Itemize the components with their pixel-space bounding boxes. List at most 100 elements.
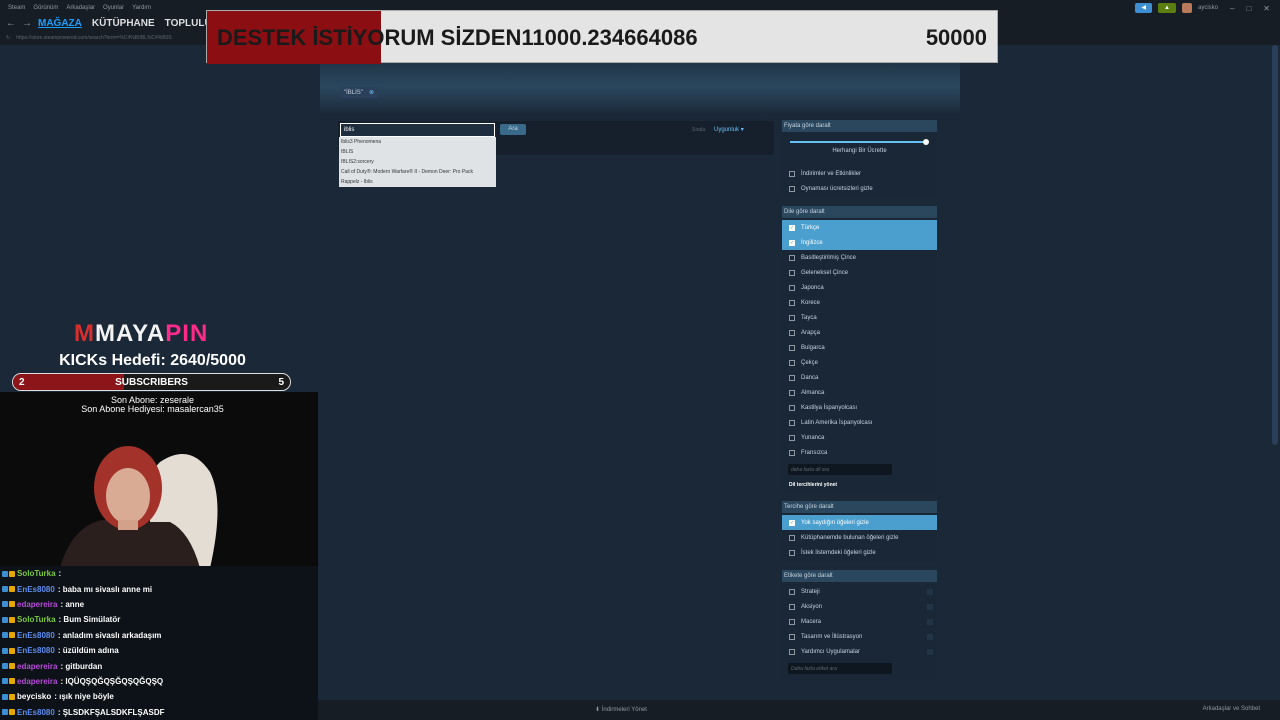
notification-icon[interactable]: ▲ [1158,3,1176,13]
suggestion-item[interactable]: Rappelz - Iblis [339,177,496,187]
url-text[interactable]: https://store.steampowered.com/search?te… [16,35,172,41]
tab-library[interactable]: KÜTÜPHANE [92,18,155,29]
checkbox-row[interactable]: Yunanca [782,430,937,445]
checkbox-row[interactable]: Almanca [782,385,937,400]
checkbox-row[interactable]: Fransızca [782,445,937,460]
exclude-tag-icon[interactable] [927,603,933,610]
checkbox-row[interactable]: Tasarım ve İllüstrasyon [782,629,937,644]
avatar[interactable] [1181,3,1192,13]
checkbox-row[interactable]: İstek listemdeki öğeleri gizle [782,545,937,560]
suggestion-item[interactable]: IBLIS [339,147,496,157]
checkbox-row[interactable]: Kastilya İspanyolcası [782,400,937,415]
checkbox[interactable] [789,329,795,336]
checkbox[interactable] [789,549,795,556]
checkbox[interactable] [789,534,795,541]
language-filter-title[interactable]: Dile göre daralt [782,206,937,218]
manage-language-link[interactable]: Dil tercihlerini yönet [782,479,937,491]
checkbox[interactable] [789,419,795,426]
announcement-icon[interactable]: ◀ [1135,3,1153,13]
search-button[interactable]: Ara [500,124,526,135]
checkbox[interactable] [789,434,795,441]
username[interactable]: aycisko [1198,5,1218,11]
checkbox[interactable] [789,185,795,192]
checkbox-row[interactable]: Basitleştirilmiş Çince [782,250,937,265]
checkbox[interactable] [789,254,795,261]
checkbox-row[interactable]: Korece [782,295,937,310]
checkbox-row[interactable]: İndirimler ve Etkinlikler [782,166,937,181]
checkbox-row[interactable]: Macera [782,614,937,629]
forward-icon[interactable]: → [22,18,32,29]
checkbox-row[interactable]: ✓ Türkçe [782,220,937,235]
checkbox-row[interactable]: ✓ Yok saydığın öğeleri gizle [782,515,937,530]
menu-view[interactable]: Görünüm [33,5,58,11]
chat-username[interactable]: EnEs8080 [17,585,55,594]
search-term-tag[interactable]: "İBLİS" ⊗ [340,87,378,98]
language-search-input[interactable]: daha fazla dil ara [788,464,892,475]
checkbox[interactable] [789,404,795,411]
slider-track[interactable] [790,141,927,143]
menu-friends[interactable]: Arkadaşlar [66,5,95,11]
chat-username[interactable]: edapereira [17,662,57,671]
remove-tag-icon[interactable]: ⊗ [369,90,374,96]
price-filter-title[interactable]: Fiyata göre daralt [782,120,937,132]
downloads-button[interactable]: ⬇ İndirmeleri Yönet [595,706,647,713]
checkbox[interactable] [789,299,795,306]
checkbox[interactable] [789,344,795,351]
checkbox-row[interactable]: Kütüphanemde bulunan öğeleri gizle [782,530,937,545]
menu-games[interactable]: Oyunlar [103,5,124,11]
checkbox-row[interactable]: Japonca [782,280,937,295]
checkbox[interactable] [789,374,795,381]
refresh-icon[interactable]: ↻ [6,35,10,41]
search-input[interactable]: iblis [340,123,495,137]
chat-username[interactable]: SoloTurka [17,615,56,624]
chat-username[interactable]: edapereira [17,677,57,686]
checkbox[interactable] [789,389,795,396]
checkbox[interactable] [789,314,795,321]
checkbox-row[interactable]: Arapça [782,325,937,340]
chat-username[interactable]: SoloTurka [17,569,56,578]
exclude-tag-icon[interactable] [927,618,933,625]
price-slider[interactable]: Herhangi Bir Ücrette [782,134,937,158]
checkbox[interactable] [789,170,795,177]
menu-steam[interactable]: Steam [8,5,25,11]
chat-username[interactable]: EnEs8080 [17,708,55,717]
maximize-icon[interactable]: □ [1246,4,1251,13]
slider-handle[interactable] [923,139,929,145]
checkbox-checked[interactable]: ✓ [789,224,795,231]
exclude-tag-icon[interactable] [927,633,933,640]
tab-store[interactable]: MAĞAZA [38,18,82,29]
page-scrollbar[interactable] [1272,45,1278,445]
chat-username[interactable]: edapereira [17,600,57,609]
checkbox[interactable] [789,449,795,456]
checkbox-row[interactable]: Danca [782,370,937,385]
checkbox-checked[interactable]: ✓ [789,239,795,246]
checkbox[interactable] [789,603,795,610]
checkbox-row[interactable]: Tayca [782,310,937,325]
checkbox[interactable] [789,648,795,655]
checkbox[interactable] [789,588,795,595]
chat-username[interactable]: EnEs8080 [17,646,55,655]
suggestion-item[interactable]: Call of Duty®: Modern Warfare® II - Demo… [339,167,496,177]
exclude-tag-icon[interactable] [927,648,933,655]
close-icon[interactable]: ✕ [1263,4,1270,13]
checkbox[interactable] [789,618,795,625]
checkbox-row[interactable]: Oynaması ücretsizleri gizle [782,181,937,196]
suggestion-item[interactable]: Iblis3 Phenomena [339,137,496,147]
checkbox[interactable] [789,633,795,640]
checkbox-row[interactable]: ✓ İngilizce [782,235,937,250]
minimize-icon[interactable]: – [1230,4,1234,13]
checkbox-row[interactable]: Çekçe [782,355,937,370]
suggestion-item[interactable]: IBLIS2:sorcery [339,157,496,167]
friends-chat-button[interactable]: Arkadaşlar ve Sohbet [1203,706,1260,712]
chat-username[interactable]: EnEs8080 [17,631,55,640]
checkbox-row[interactable]: Latin Amerika İspanyolcası [782,415,937,430]
tag-filter-title[interactable]: Etikete göre daralt [782,570,937,582]
checkbox-row[interactable]: Aksiyon [782,599,937,614]
menu-help[interactable]: Yardım [132,5,151,11]
checkbox-row[interactable]: Geleneksel Çince [782,265,937,280]
sort-dropdown[interactable]: Uygunluk ▾ [714,126,744,133]
checkbox[interactable] [789,359,795,366]
checkbox[interactable] [789,269,795,276]
checkbox-checked[interactable]: ✓ [789,519,795,526]
checkbox-row[interactable]: Bulgarca [782,340,937,355]
